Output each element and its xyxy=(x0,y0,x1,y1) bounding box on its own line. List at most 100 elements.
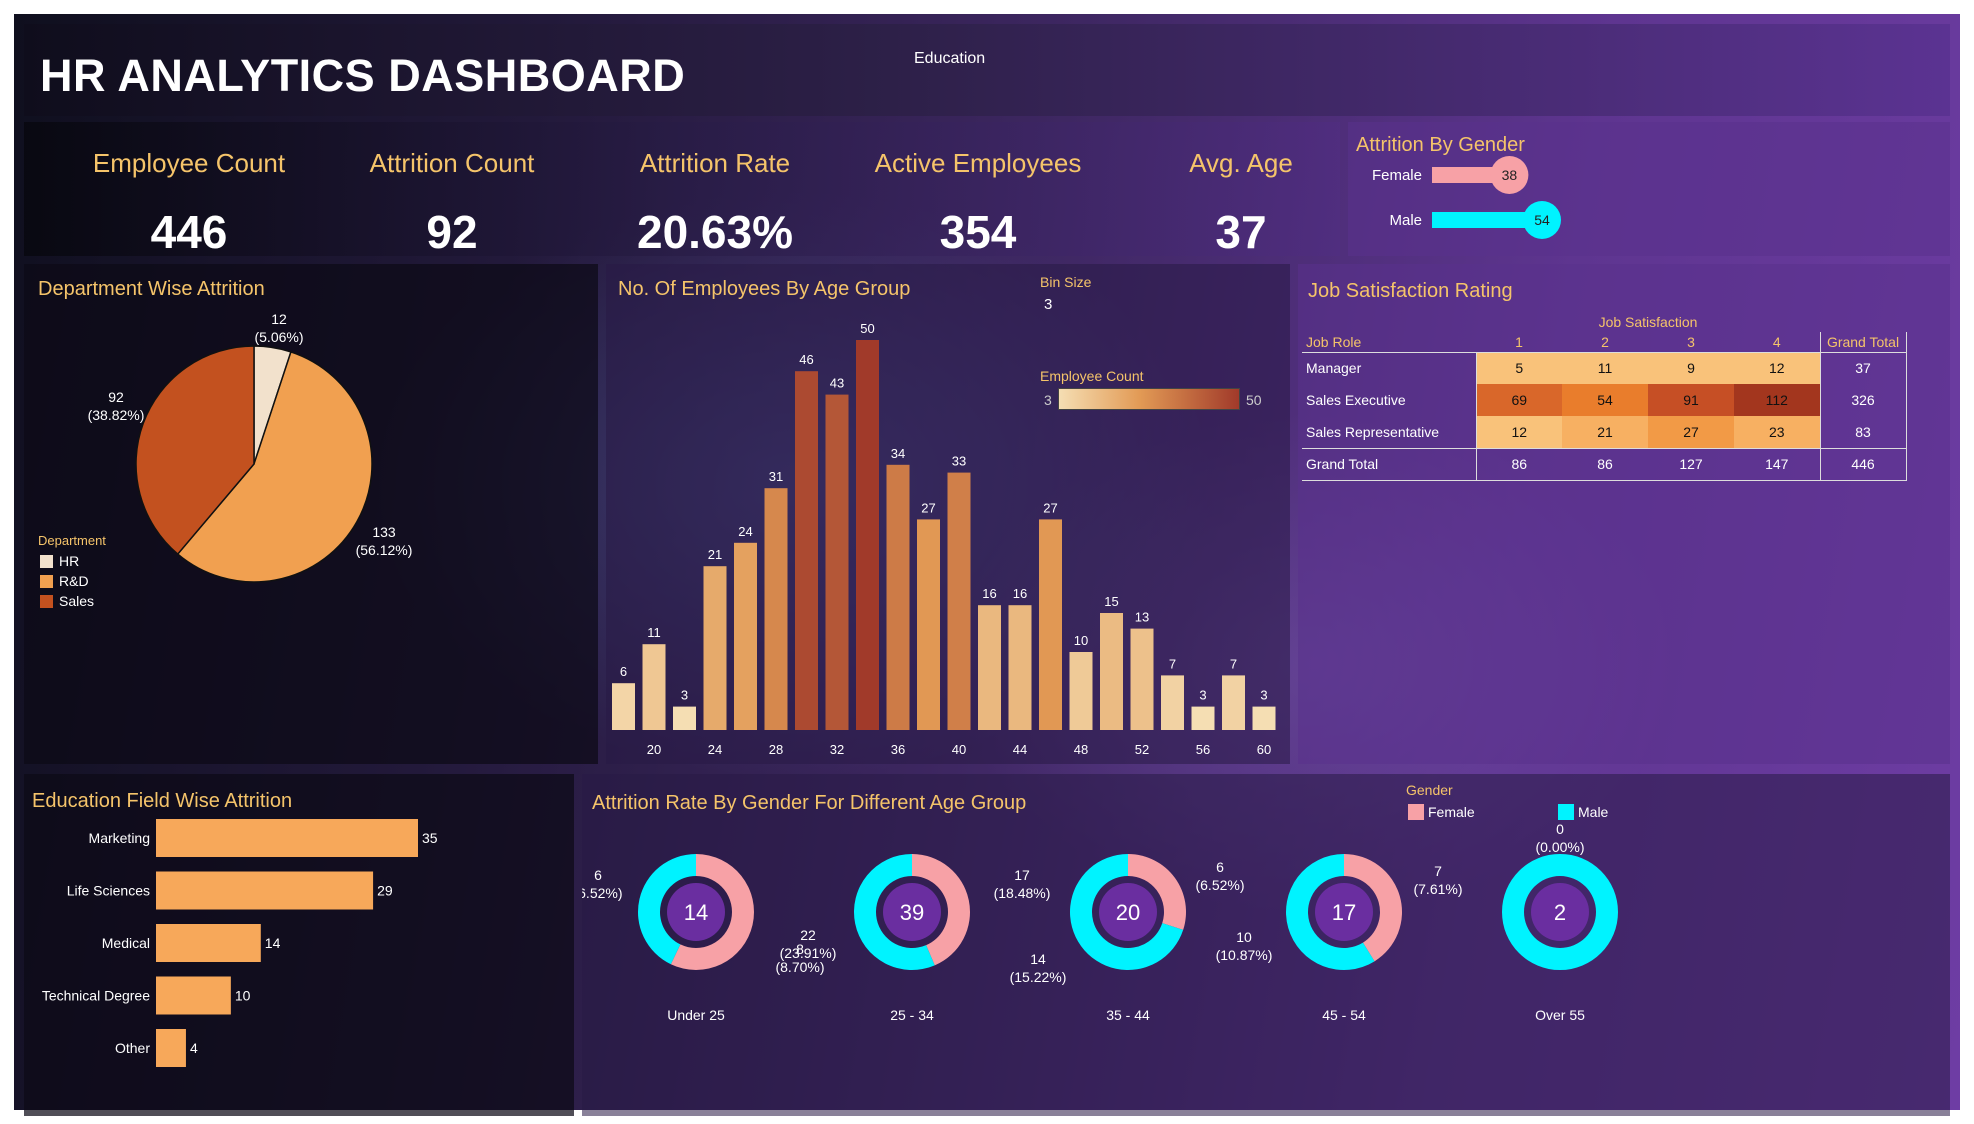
table-cell: 27 xyxy=(1648,416,1734,448)
donut-center-value: 17 xyxy=(1332,900,1356,925)
table-cell: 69 xyxy=(1476,384,1562,416)
donut-male-label: 14 (15.22%) xyxy=(1010,951,1067,985)
grand-total-cell: 147 xyxy=(1765,456,1789,472)
gender-bar-label: Male xyxy=(1389,212,1422,229)
table-cell: 12 xyxy=(1734,352,1820,384)
pie-slice-label: 12 (5.06%) xyxy=(254,311,303,345)
age-bar-label: 3 xyxy=(1199,688,1206,703)
donut-male-label: 6(6.52%) xyxy=(582,867,623,901)
title-bar: HR ANALYTICS DASHBOARD Education xyxy=(24,24,1950,116)
gender-bar-value: 54 xyxy=(1534,212,1550,228)
age-bar-label: 6 xyxy=(620,664,627,679)
age-bar xyxy=(612,683,635,730)
gender-bar-label: Female xyxy=(1372,167,1422,184)
column-header: 4 xyxy=(1772,333,1781,350)
edu-bar xyxy=(156,1029,186,1067)
table-cell: 9 xyxy=(1648,352,1734,384)
age-axis-tick: 24 xyxy=(708,742,722,757)
age-bar-label: 24 xyxy=(738,524,752,539)
edu-bar xyxy=(156,976,231,1015)
edu-bar-value: 4 xyxy=(190,1040,198,1056)
age-bar xyxy=(1130,628,1154,730)
gender-age-donut-charts: 148(8.70%)6(6.52%)Under 253917(18.48%)22… xyxy=(582,821,1618,1023)
column-header: 2 xyxy=(1601,333,1609,350)
donut-male-label: 10 (10.87%) xyxy=(1216,929,1273,963)
row-label: Manager xyxy=(1302,352,1477,384)
age-bar xyxy=(1252,706,1276,730)
age-bar-label: 46 xyxy=(799,352,813,367)
grand-total-value: 446 xyxy=(1819,448,1907,480)
legend-swatch xyxy=(40,575,53,588)
pie-slice-label: 92 (38.82%) xyxy=(88,389,145,423)
job-satisfaction-table: Job Satisfaction Job Role 1 2 3 4 Grand … xyxy=(1302,312,1907,481)
grand-total-cell: 86 xyxy=(1597,456,1613,472)
age-bar-label: 33 xyxy=(952,454,966,469)
table-cell: 5 xyxy=(1476,352,1562,384)
age-bar xyxy=(734,542,757,730)
age-bar-label: 50 xyxy=(860,321,874,336)
donut-female-label: 0 (0.00%) xyxy=(1535,821,1584,855)
education-field-panel: Education Field Wise Attrition Marketing… xyxy=(24,774,574,1116)
donut-female-label: 17 (18.48%) xyxy=(994,867,1051,901)
education-filter-label[interactable]: Education xyxy=(914,50,985,68)
legend-label: HR xyxy=(59,553,79,569)
table-cell: 91 xyxy=(1648,384,1734,416)
age-bar xyxy=(1191,706,1215,730)
age-bar xyxy=(1161,675,1184,730)
pie-slice-label: 133 (56.12%) xyxy=(356,524,413,558)
department-pie-chart: 12 (5.06%) 133 (56.12%) 92 (38.82%) Department… xyxy=(38,311,413,609)
age-bar-label: 10 xyxy=(1074,633,1088,648)
age-axis-tick: 40 xyxy=(952,742,966,757)
table-cell: 23 xyxy=(1734,416,1820,448)
grand-total-cell: 86 xyxy=(1511,456,1528,472)
row-total: 326 xyxy=(1819,384,1907,416)
table-row: Manager 5 11 9 12 37 xyxy=(1302,352,1907,384)
age-bar xyxy=(1039,519,1062,730)
gender-bar-chart: Female 38 Male 54 xyxy=(1372,156,1561,239)
age-group-bar-chart: 6 11 3 21 24 31 46 43 50 34 27 33 16 16 27 10 15 13 7 3 7 3 20… xyxy=(612,321,1276,757)
donut-female-label: 7 (7.61%) xyxy=(1413,863,1462,897)
donut-age-group-label: 25 - 34 xyxy=(890,1007,934,1023)
edu-bar-label: Technical Degree xyxy=(42,988,150,1004)
panel-title: Job Satisfaction Rating xyxy=(1308,280,1513,302)
age-bar xyxy=(856,340,879,730)
department-attrition-panel: Department Wise Attrition 12 (5.06%) 133 (5… xyxy=(24,264,598,764)
edu-bar-value: 14 xyxy=(265,935,281,951)
kpi-value: 37 xyxy=(1215,206,1267,256)
age-bar xyxy=(764,488,788,730)
edu-bar-value: 10 xyxy=(235,988,251,1004)
donut-center-value: 20 xyxy=(1116,900,1140,925)
age-bar xyxy=(642,644,666,730)
age-bar xyxy=(1008,605,1032,730)
edu-bar xyxy=(156,924,261,962)
donut-center-value: 14 xyxy=(684,900,708,925)
age-axis-tick: 52 xyxy=(1135,742,1149,757)
table-row: Sales Executive 69 54 91 112 326 xyxy=(1302,384,1907,416)
row-total: 83 xyxy=(1819,416,1907,448)
table-cell: 54 xyxy=(1562,384,1648,416)
edu-bar-label: Life Sciences xyxy=(67,883,150,899)
column-group-header: Job Satisfaction xyxy=(1598,314,1698,330)
age-bar-label: 3 xyxy=(1260,688,1267,703)
age-bar-label: 21 xyxy=(708,547,722,562)
row-label: Sales Executive xyxy=(1302,384,1477,416)
donut-age-group-label: Under 25 xyxy=(667,1007,725,1023)
edu-bar-value: 35 xyxy=(422,830,438,846)
edu-bar xyxy=(156,871,374,910)
kpi-panel: Employee Count 446 Attrition Count 92 At… xyxy=(24,122,1340,256)
legend-label: R&D xyxy=(59,573,89,589)
donut-center-value: 2 xyxy=(1554,900,1566,925)
age-bar xyxy=(1100,613,1123,730)
donut-male-label: 22 (23.91%) xyxy=(780,927,837,961)
education-field-bar-chart: Marketing 35 Life Sciences 29 Medical 14 Techn… xyxy=(42,819,438,1067)
job-satisfaction-panel: Job Satisfaction Rating Job Satisfaction… xyxy=(1298,264,1950,764)
age-bar-label: 16 xyxy=(982,586,996,601)
age-group-panel: No. Of Employees By Age Group Bin Size 3… xyxy=(606,264,1290,764)
table-row: Sales Representative 12 21 27 23 83 xyxy=(1302,416,1907,448)
edu-bar-label: Other xyxy=(115,1040,150,1056)
age-bar-label: 27 xyxy=(921,500,935,515)
age-bar-label: 11 xyxy=(647,625,661,640)
donut-age-group-label: Over 55 xyxy=(1535,1007,1585,1023)
age-axis-tick: 36 xyxy=(891,742,905,757)
age-bar xyxy=(825,394,849,730)
